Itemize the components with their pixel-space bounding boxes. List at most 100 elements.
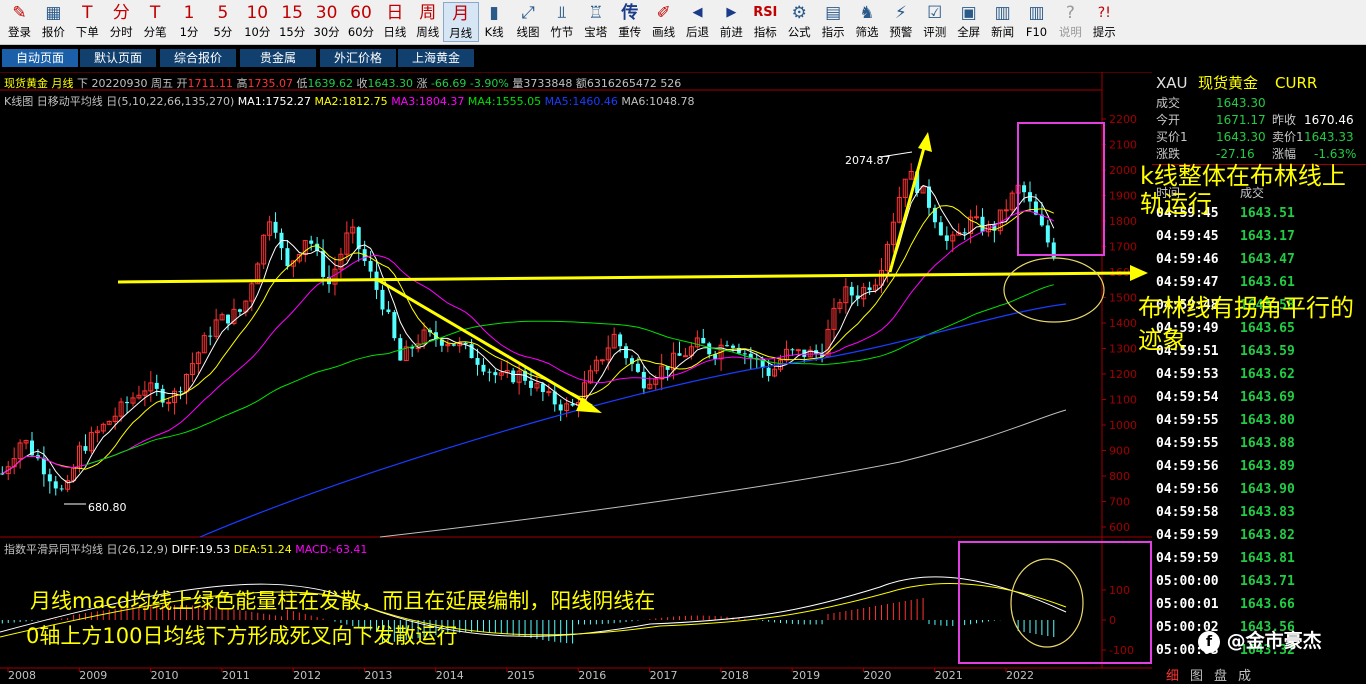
f10-icon: ▥ — [1028, 3, 1045, 23]
candle-body — [1045, 225, 1050, 243]
candle-body — [701, 337, 706, 344]
toolbar-kline-button[interactable]: ▮ K线 — [476, 2, 513, 42]
toolbar-indicator-button[interactable]: RSI 指标 — [747, 2, 784, 42]
tick-time: 04:59:56 — [1156, 459, 1219, 474]
watermark-text: @金市豪杰 — [1226, 630, 1322, 652]
toolbar-forward-button[interactable]: ▶ 前进 — [713, 2, 750, 42]
panel-tab-0[interactable]: 细 — [1166, 665, 1179, 684]
order-label: 下单 — [75, 25, 99, 39]
page-tabs: 自动页面 默认页面 综合报价 贵金属 外汇价格 上海黄金 — [0, 48, 1366, 68]
toolbar-formula-button[interactable]: ⚙ 公式 — [781, 2, 818, 42]
price-axis-label: 1000 — [1109, 419, 1137, 432]
toolbar-monthly-button[interactable]: 月月线 — [442, 2, 479, 42]
candle-body — [368, 260, 373, 272]
price-axis-label: 600 — [1109, 521, 1130, 534]
tab-5[interactable]: 上海黄金 — [398, 49, 474, 67]
toolbar-10min-button[interactable]: 10 10分 — [238, 2, 276, 42]
toolbar-15min-button[interactable]: 15 15分 — [273, 2, 311, 42]
tab-4[interactable]: 外汇价格 — [320, 49, 396, 67]
news-label: 新闻 — [991, 25, 1015, 39]
guide-icon: ▤ — [825, 3, 842, 23]
back-icon: ◀ — [692, 5, 703, 20]
toolbar-order-button[interactable]: T 下单 — [69, 2, 106, 42]
macd-note-2: 0轴上方100日均线下方形成死叉向下发散运行 — [26, 624, 458, 648]
toolbar-f10-button[interactable]: ▥ F10 — [1018, 2, 1055, 42]
kline-icon: ▮ — [489, 3, 499, 23]
toolbar-weekly-button[interactable]: 周周线 — [410, 2, 446, 42]
tick-time: 04:59:59 — [1156, 551, 1219, 566]
panel-tab-2[interactable]: 盘 — [1214, 665, 1227, 684]
bid-value: 1643.30 — [1216, 130, 1266, 144]
toolbar-tick-button[interactable]: T 分笔 — [137, 2, 174, 42]
panel-tab-1[interactable]: 图 — [1190, 665, 1203, 684]
tab-0[interactable]: 自动页面 — [2, 49, 78, 67]
toolbar-alert-button[interactable]: ⚡ 预警 — [882, 2, 919, 42]
toolbar-filter-button[interactable]: ♞ 筛选 — [849, 2, 886, 42]
toolbar-login-button[interactable]: ✎ 登录 — [1, 2, 38, 42]
panel-name: 现货黄金 — [1198, 74, 1259, 92]
login-label: 登录 — [8, 25, 31, 39]
price-axis-label: 1800 — [1109, 215, 1137, 228]
filter-icon: ♞ — [859, 3, 875, 23]
toolbar-tip-button[interactable]: ?! 提示 — [1086, 2, 1123, 42]
toolbar-back-button[interactable]: ◀ 后退 — [679, 2, 716, 42]
panel-tab-3[interactable]: 成 — [1238, 665, 1251, 684]
prev-label: 昨收 — [1272, 113, 1297, 127]
tick-row: 04:59:46 1643.47 — [1152, 249, 1366, 272]
year-axis-label: 2014 — [436, 669, 464, 682]
toolbar-bamboo-button[interactable]: ⫫ 竹节 — [543, 2, 580, 42]
toolbar-quote-button[interactable]: ▦ 报价 — [35, 2, 72, 42]
tab-1[interactable]: 默认页面 — [80, 49, 156, 67]
formula-icon: ⚙ — [791, 3, 807, 23]
toolbar-guide-button[interactable]: ▤ 指示 — [815, 2, 852, 42]
tick-time: 05:00:01 — [1156, 597, 1219, 612]
candle-body — [618, 334, 623, 347]
tick-row: 04:59:45 1643.17 — [1152, 226, 1366, 249]
toolbar-draw-button[interactable]: ✐ 画线 — [645, 2, 682, 42]
explain-label: 说明 — [1058, 25, 1082, 39]
tab-3[interactable]: 贵金属 — [240, 49, 316, 67]
toolbar-min-share-button[interactable]: 分分时 — [103, 2, 140, 42]
toolbar-news-button[interactable]: ▥ 新闻 — [984, 2, 1021, 42]
year-axis-label: 2017 — [650, 669, 678, 682]
toolbar-daily-button[interactable]: 日日线 — [377, 2, 413, 42]
toolbar-30min-button[interactable]: 30 30分 — [308, 2, 345, 42]
candle-body — [273, 221, 278, 233]
bamboo-label: 竹节 — [550, 25, 574, 39]
candle-body — [1022, 185, 1027, 193]
price-axis-label: 2000 — [1109, 164, 1137, 177]
draw-label: 画线 — [652, 25, 676, 39]
toolbar-explain-button[interactable]: ? 说明 — [1052, 2, 1089, 42]
price-axis-label: 1200 — [1109, 368, 1137, 381]
toolbar-fullscreen-button[interactable]: ▣ 全屏 — [950, 2, 987, 42]
toolbar-overlay-button[interactable]: 传重传 — [611, 2, 648, 42]
price-axis-label: 1100 — [1109, 394, 1137, 407]
open-label: 今开 — [1156, 113, 1181, 127]
candle-body — [1003, 209, 1009, 212]
toolbar-5min-button[interactable]: 5 5分 — [204, 2, 241, 42]
tick-time: 04:59:45 — [1156, 229, 1219, 244]
candle-body — [962, 232, 967, 234]
candle-body — [285, 248, 290, 267]
last-label: 成交 — [1156, 96, 1181, 110]
tick-price: 1643.62 — [1240, 367, 1295, 382]
tab-2[interactable]: 综合报价 — [160, 49, 236, 67]
toolbar-60min-button[interactable]: 60 60分 — [342, 2, 380, 42]
candle-body — [677, 353, 682, 356]
candle-body — [599, 359, 605, 362]
toolbar-line-button[interactable]: ⤢ 线图 — [510, 2, 547, 42]
ma-bar: K线图 日移动平均线 日(5,10,22,66,135,270) MA1:175… — [4, 94, 695, 108]
tick-price: 1643.66 — [1240, 597, 1295, 612]
chg-value: -27.16 — [1216, 147, 1255, 161]
tick-price: 1643.47 — [1240, 252, 1295, 267]
toolbar-1min-button[interactable]: 1 1分 — [171, 2, 208, 42]
toolbar-review-button[interactable]: ☑ 评测 — [916, 2, 953, 42]
candle-body — [237, 309, 242, 312]
overlay-icon: 传 — [621, 3, 639, 23]
candle-body — [475, 358, 480, 365]
tick-price: 1643.90 — [1240, 482, 1295, 497]
tick-price: 1643.71 — [1240, 574, 1295, 589]
price-axis-label: 900 — [1109, 445, 1130, 458]
toolbar-pagoda-button[interactable]: ♖ 宝塔 — [577, 2, 614, 42]
price-axis-label: 1900 — [1109, 190, 1137, 203]
